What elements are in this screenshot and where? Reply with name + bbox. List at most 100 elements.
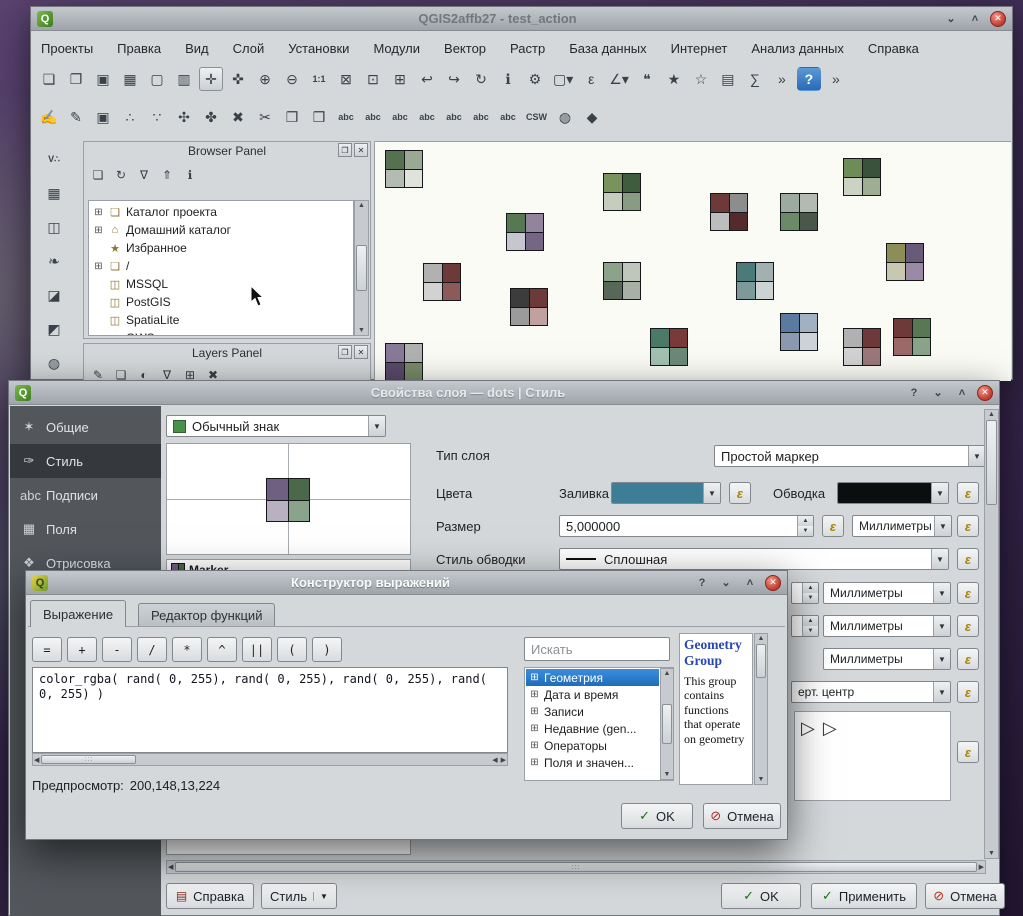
statistical-summary-icon[interactable]: ∑	[743, 67, 767, 91]
expander-icon[interactable]: ⊞	[529, 689, 540, 700]
save-project-icon[interactable]: ▣	[91, 67, 115, 91]
toolbar-extension-icon[interactable]: »	[770, 67, 794, 91]
save-project-as-icon[interactable]: ▦	[118, 67, 142, 91]
whats-this-icon[interactable]: ?	[905, 384, 923, 402]
operator-button[interactable]: *	[172, 637, 202, 662]
symbol-type-combo[interactable]: Обычный знак ▼	[166, 415, 386, 437]
label-pin-icon[interactable]: abc	[361, 105, 385, 129]
scroll-thumb[interactable]	[986, 420, 997, 505]
data-defined-override-button[interactable]: ε	[957, 741, 979, 763]
spin-up-icon[interactable]: ▲	[802, 616, 818, 626]
data-defined-override-button[interactable]: ε	[957, 648, 979, 670]
sidebar-item-style[interactable]: ✑ Стиль	[10, 444, 161, 478]
csw-search-icon[interactable]: CSW	[523, 105, 550, 129]
delete-selected-icon[interactable]: ✖	[226, 105, 250, 129]
zoom-next-icon[interactable]: ↪	[442, 67, 466, 91]
dropdown-arrow-icon[interactable]: ▼	[934, 516, 951, 536]
size-spinbox[interactable]: 5,000000 ▲▼	[559, 515, 814, 537]
function-group-item[interactable]: ⊞ Недавние (gen...	[526, 720, 659, 737]
tab-function-editor[interactable]: Редактор функций	[138, 603, 275, 627]
show-bookmarks-icon[interactable]: ☆	[689, 67, 713, 91]
new-bookmark-icon[interactable]: ★	[662, 67, 686, 91]
menu-edit[interactable]: Правка	[117, 41, 161, 56]
menu-raster[interactable]: Растр	[510, 41, 545, 56]
maximize-icon[interactable]: ˄	[966, 10, 984, 28]
new-project-icon[interactable]: ❏	[37, 67, 61, 91]
whats-this-icon[interactable]: ?	[693, 574, 711, 592]
scroll-up-icon[interactable]: ▲	[758, 635, 765, 642]
scroll-down-icon[interactable]: ▼	[358, 327, 365, 334]
units-combo[interactable]: Миллиметры ▼	[823, 615, 951, 637]
spinbox-fragment[interactable]: ▲▼	[791, 582, 819, 604]
spin-down-icon[interactable]: ▼	[802, 593, 818, 603]
identify-features-icon[interactable]: ℹ	[496, 67, 520, 91]
operator-button[interactable]: -	[102, 637, 132, 662]
stroke-color-button[interactable]: ▼	[837, 482, 949, 504]
open-layer-styling-icon[interactable]: ✎	[88, 365, 108, 381]
add-oracle-layer-icon[interactable]: ◩	[42, 317, 66, 341]
spin-down-icon[interactable]: ▼	[797, 526, 813, 536]
scroll-up-icon[interactable]: ▲	[358, 202, 365, 209]
function-search-input[interactable]	[524, 637, 670, 661]
scroll-right-icon[interactable]: ▶	[979, 863, 984, 871]
menu-web[interactable]: Интернет	[671, 41, 728, 56]
remove-layer-icon[interactable]: ✖	[203, 365, 223, 381]
add-vector-layer-icon[interactable]: V∴	[42, 147, 66, 171]
size-units-combo[interactable]: Миллиметры ▼	[852, 515, 952, 537]
editor-hscrollbar[interactable]: ◀ ::: ◀ ▶	[32, 753, 508, 766]
select-features-icon[interactable]: ▢▾	[550, 67, 576, 91]
browser-tree-item[interactable]: ⊞ ⌂ Домашний каталог	[89, 221, 353, 239]
scroll-down-icon[interactable]: ▼	[988, 850, 995, 857]
show-hidden-labels-icon[interactable]: abc	[415, 105, 439, 129]
sidebar-item-fields[interactable]: ▦ Поля	[10, 512, 161, 546]
scroll-thumb[interactable]	[756, 644, 766, 678]
cut-features-icon[interactable]: ✂	[253, 105, 277, 129]
close-icon[interactable]: ✕	[990, 11, 1006, 27]
zoom-native-icon[interactable]: 1:1	[307, 67, 331, 91]
pan-map-icon[interactable]: ✛	[199, 67, 223, 91]
browser-tree-item[interactable]: ★ Избранное	[89, 239, 353, 257]
new-print-composer-icon[interactable]: ▢	[145, 67, 169, 91]
close-panel-icon[interactable]: ✕	[354, 345, 368, 359]
scroll-right-icon[interactable]: ▶	[501, 756, 506, 764]
expression-editor[interactable]: color_rgba( rand( 0, 255), rand( 0, 255)…	[32, 667, 508, 753]
select-by-expression-icon[interactable]: ε	[579, 67, 603, 91]
spin-up-icon[interactable]: ▲	[802, 583, 818, 593]
expander-icon[interactable]: ⊞	[93, 207, 104, 218]
data-defined-override-button[interactable]: ε	[957, 548, 979, 570]
copy-features-icon[interactable]: ❐	[280, 105, 304, 129]
collapse-all-icon[interactable]: ⇑	[157, 165, 177, 185]
browser-tree-item[interactable]: ◫ MSSQL	[89, 275, 353, 293]
scroll-up-icon[interactable]: ▲	[664, 670, 671, 677]
expander-icon[interactable]: ⊞	[529, 672, 540, 683]
browser-tree-item[interactable]: ◫ SpatiaLite	[89, 311, 353, 329]
open-project-icon[interactable]: ❐	[64, 67, 88, 91]
menu-processing[interactable]: Анализ данных	[751, 41, 844, 56]
scroll-thumb[interactable]: :::	[41, 755, 136, 764]
zoom-out-icon[interactable]: ⊖	[280, 67, 304, 91]
help-contents-icon[interactable]: ?	[797, 67, 821, 91]
ok-button[interactable]: ✓ OK	[721, 883, 801, 909]
expander-icon[interactable]: ⊞	[93, 225, 104, 236]
add-wms-layer-icon[interactable]: ◍	[42, 351, 66, 375]
cancel-button[interactable]: ⊘ Отмена	[925, 883, 1005, 909]
metasearch-globe-icon[interactable]: ◍	[553, 105, 577, 129]
menu-projects[interactable]: Проекты	[41, 41, 93, 56]
data-defined-override-button[interactable]: ε	[957, 681, 979, 703]
dropdown-arrow-icon[interactable]: ▼	[933, 682, 950, 702]
units-combo[interactable]: Миллиметры ▼	[823, 582, 951, 604]
data-defined-override-button[interactable]: ε	[957, 515, 979, 537]
dropdown-arrow-icon[interactable]: ▼	[931, 483, 948, 503]
scroll-left-icon[interactable]: ◀	[168, 863, 173, 871]
close-icon[interactable]: ✕	[977, 385, 993, 401]
add-postgis-layer-icon[interactable]: ◫	[42, 215, 66, 239]
data-defined-override-button[interactable]: ε	[957, 482, 979, 504]
scroll-thumb[interactable]	[662, 704, 672, 744]
expression-titlebar[interactable]: Q Конструктор выражений ? ⌄ ˄ ✕	[26, 571, 787, 595]
properties-hscrollbar[interactable]: ◀ ::: ▶	[166, 860, 986, 874]
operator-button[interactable]: )	[312, 637, 342, 662]
highlight-pinned-labels-icon[interactable]: abc	[388, 105, 412, 129]
expander-icon[interactable]: ⊞	[529, 723, 540, 734]
pan-to-selection-icon[interactable]: ✜	[226, 67, 250, 91]
zoom-last-icon[interactable]: ↩	[415, 67, 439, 91]
